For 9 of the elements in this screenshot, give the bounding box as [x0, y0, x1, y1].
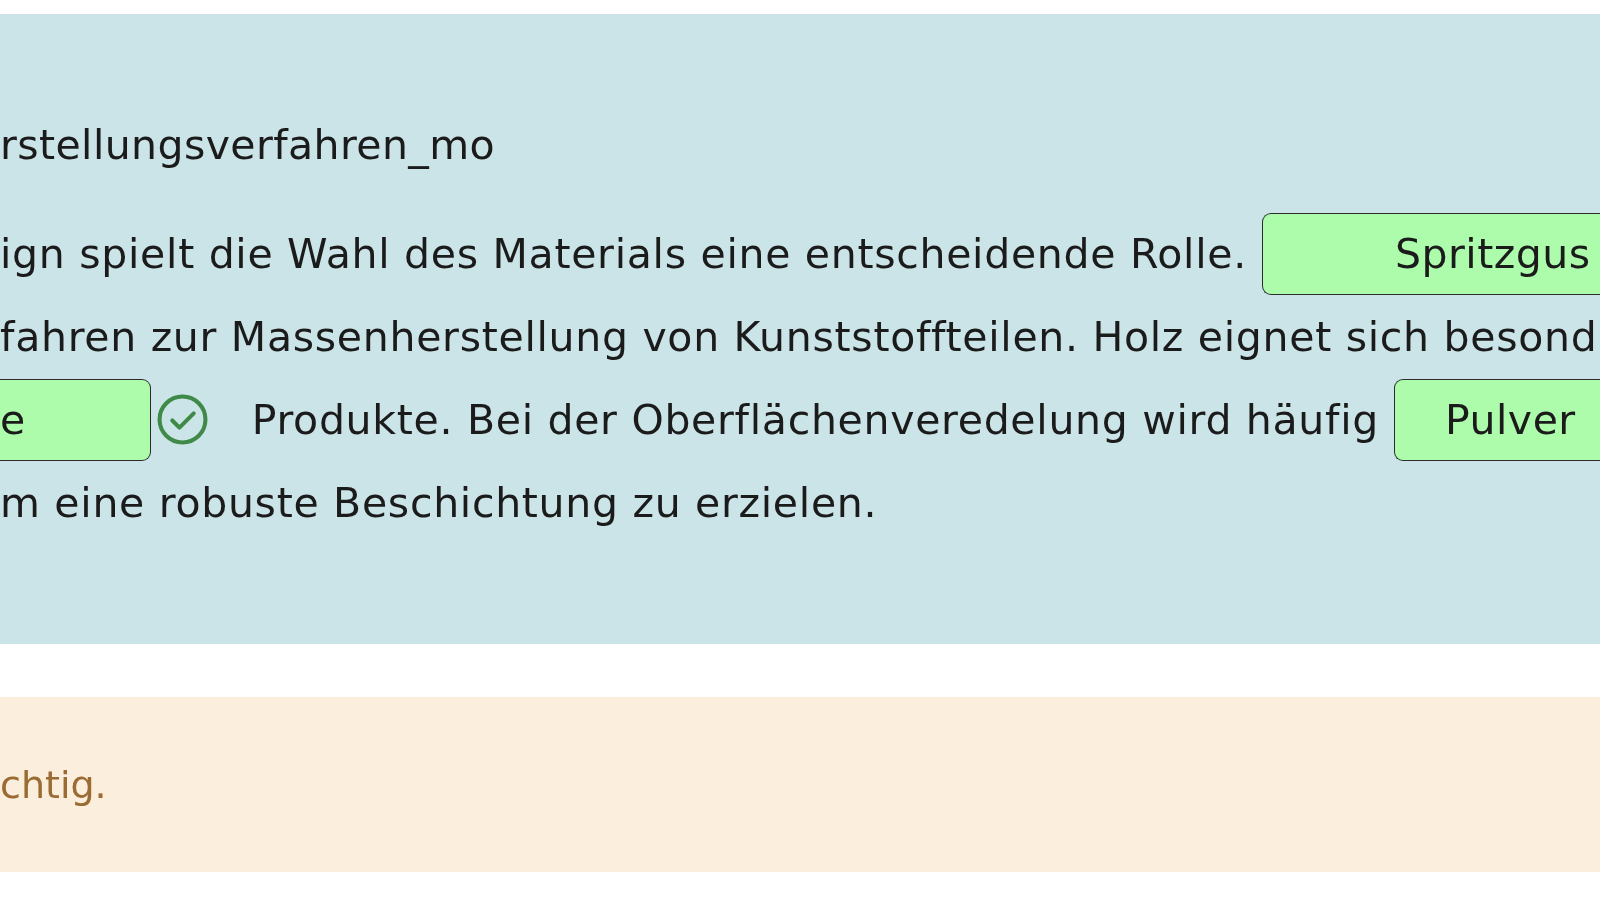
answer-field[interactable]: Spritzgus: [1261, 212, 1600, 295]
exercise-text: Produkte. Bei der Oberflächenveredelung wird häufig: [251, 395, 1379, 444]
exercise-title: rstellungsverfahren_mo: [0, 120, 497, 170]
answer-field[interactable]: Pulver: [1394, 378, 1600, 461]
feedback-text: chtig.: [0, 762, 107, 807]
exercise-text: m eine robuste Beschichtung zu erzielen.: [0, 478, 878, 527]
answer-field[interactable]: e: [0, 378, 151, 461]
exercise-text: fahren zur Massenherstellung von Kunststoffteilen. Holz eignet sich besond: [0, 312, 1598, 361]
exercise-text: ign spielt die Wahl des Materials eine entscheidende Rolle.: [0, 229, 1247, 278]
